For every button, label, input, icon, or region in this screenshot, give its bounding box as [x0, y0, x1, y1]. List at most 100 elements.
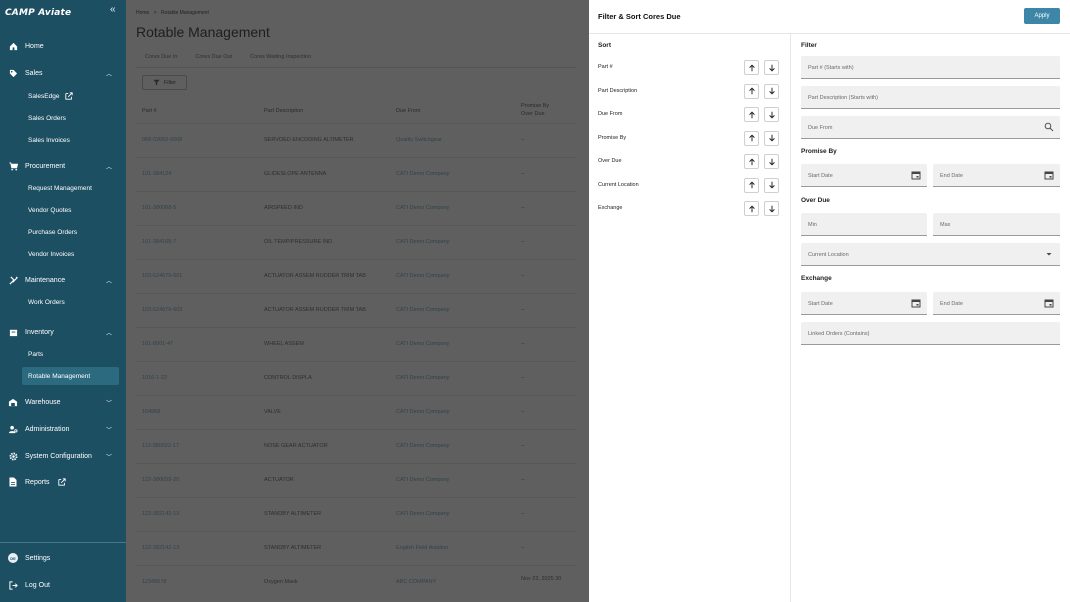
cell-due-from[interactable]: CATI Demo Company [396, 409, 449, 415]
sort-descending-button[interactable] [764, 177, 779, 193]
sort-ascending-button[interactable] [744, 177, 759, 193]
cell-due-from[interactable]: CATI Demo Company [396, 341, 449, 347]
nav-sales-invoices[interactable]: Sales Invoices [28, 133, 70, 147]
table-row[interactable]: 122-380059-20 ACTUATOR CATI Demo Company -- [136, 463, 576, 497]
cell-due-from[interactable]: CATI Demo Company [396, 171, 449, 177]
nav-vendor-quotes[interactable]: Vendor Quotes [28, 203, 71, 217]
cell-due-from[interactable]: CATI Demo Company [396, 477, 449, 483]
column-header-part[interactable]: Part # [142, 107, 157, 115]
cell-part-number[interactable]: 12345678 [142, 579, 166, 585]
cell-due-from[interactable]: Quality Switchgear [396, 137, 442, 143]
linked-orders-field[interactable]: Linked Orders (Contains) [801, 322, 1060, 345]
nav-inventory[interactable]: Inventory ︿ [0, 323, 126, 341]
tab-cores-due-out[interactable]: Cores Due Out [186, 50, 241, 68]
due-from-field[interactable]: Due From [801, 116, 1060, 139]
tab-cores-due-in[interactable]: Cores Due In [136, 50, 187, 68]
table-row[interactable]: 101-8001-47 WHEEL ASSEM CATI Demo Company -… [136, 327, 576, 361]
cell-part-number[interactable]: 101-384124 [142, 171, 171, 177]
nav-reports[interactable]: Reports [0, 473, 126, 491]
cell-due-from[interactable]: CATI Demo Company [396, 307, 449, 313]
calendar-icon[interactable] [911, 298, 921, 308]
column-header-promise-by[interactable]: Promise By Over Due [521, 102, 561, 118]
column-header-due-from[interactable]: Due From [396, 107, 420, 115]
nav-settings[interactable]: Settings [0, 549, 126, 567]
tab-cores-waiting-inspection[interactable]: Cores Waiting Inspection [241, 50, 320, 68]
table-row[interactable]: 122-382142-13 STANDBY ALTIMETER CATI Demo … [136, 497, 576, 531]
table-row[interactable]: 068-02062-0008 SERVOED ENCODING ALTIMETER… [136, 123, 576, 157]
collapse-sidebar-icon[interactable]: « [110, 4, 116, 15]
nav-procurement[interactable]: Procurement ︿ [0, 157, 126, 175]
breadcrumb-home[interactable]: Home [136, 10, 149, 16]
apply-button[interactable]: Apply [1024, 8, 1060, 24]
nav-parts[interactable]: Parts [28, 347, 43, 361]
sort-descending-button[interactable] [764, 60, 779, 75]
promise-end-date-field[interactable]: End Date [933, 164, 1060, 187]
nav-salesedge[interactable]: SalesEdge [28, 89, 74, 103]
table-row[interactable]: 122-382142-13 STANDBY ALTIMETER English Fi… [136, 531, 576, 565]
cell-part-number[interactable]: 101-380068-5 [142, 205, 176, 211]
nav-maintenance[interactable]: Maintenance ︿ [0, 271, 126, 289]
table-row[interactable]: 101-380068-5 AIRSPEED IND CATI Demo Compan… [136, 191, 576, 225]
column-header-description[interactable]: Part Description [264, 107, 303, 115]
cell-part-number[interactable]: 1016-1-22 [142, 375, 167, 381]
over-due-max-field[interactable]: Max [933, 213, 1060, 236]
sort-ascending-button[interactable] [744, 60, 759, 75]
search-icon[interactable] [1044, 122, 1054, 132]
sort-ascending-button[interactable] [744, 130, 759, 146]
table-row[interactable]: 104968 VALVE CATI Demo Company -- [136, 395, 576, 429]
promise-start-date-field[interactable]: Start Date [801, 164, 927, 187]
sort-descending-button[interactable] [764, 107, 779, 122]
table-row[interactable]: 103-524079-601 ACTUATOR ASSEM RUDDER TRIM… [136, 259, 576, 293]
nav-sales[interactable]: Sales ︿ [0, 64, 126, 82]
cell-part-number[interactable]: 122-382142-13 [142, 545, 179, 551]
exchange-start-date-field[interactable]: Start Date [801, 292, 927, 315]
nav-administration[interactable]: Administration ﹀ [0, 420, 126, 438]
cell-part-number[interactable]: 101-8001-47 [142, 341, 173, 347]
cell-due-from[interactable]: ABC COMPANY [396, 579, 436, 585]
nav-work-orders[interactable]: Work Orders [28, 295, 65, 309]
cell-part-number[interactable]: 103-524079-601 [142, 273, 182, 279]
table-row[interactable]: 101-384165-7 OIL TEMP/PRESSURE IND CATI De… [136, 225, 576, 259]
cell-part-number[interactable]: 103-524079-603 [142, 307, 182, 313]
sort-descending-button[interactable] [764, 83, 779, 99]
cell-due-from[interactable]: English Field Aviation [396, 545, 448, 551]
nav-rotable-management[interactable]: Rotable Management [28, 369, 90, 383]
table-row[interactable]: 1016-1-22 CONTROL DISPLA CATI Demo Company… [136, 361, 576, 395]
nav-purchase-orders[interactable]: Purchase Orders [28, 225, 77, 239]
sort-ascending-button[interactable] [744, 83, 759, 99]
cell-due-from[interactable]: CATI Demo Company [396, 205, 449, 211]
calendar-icon[interactable] [1044, 170, 1054, 180]
cell-part-number[interactable]: 112-380022-17 [142, 443, 179, 449]
cell-part-number[interactable]: 122-380059-20 [142, 477, 179, 483]
part-description-field[interactable]: Part Description (Starts with) [801, 86, 1060, 109]
table-row[interactable]: 103-524079-603 ACTUATOR ASSEM RUDDER TRIM… [136, 293, 576, 327]
sort-descending-button[interactable] [764, 201, 779, 216]
cell-due-from[interactable]: CATI Demo Company [396, 511, 449, 517]
calendar-icon[interactable] [1044, 298, 1054, 308]
calendar-icon[interactable] [911, 170, 921, 180]
table-row[interactable]: 101-384124 GLIDESLOPE ANTENNA CATI Demo Co… [136, 157, 576, 191]
cell-part-number[interactable]: 122-382142-13 [142, 511, 179, 517]
cell-due-from[interactable]: CATI Demo Company [396, 443, 449, 449]
sort-ascending-button[interactable] [744, 154, 759, 169]
nav-warehouse[interactable]: Warehouse ﹀ [0, 393, 126, 411]
table-row[interactable]: 112-380022-17 NOSE GEAR ACTUATOR CATI Demo… [136, 429, 576, 463]
cell-part-number[interactable]: 104968 [142, 409, 160, 415]
cell-part-number[interactable]: 101-384165-7 [142, 239, 176, 245]
exchange-end-date-field[interactable]: End Date [933, 292, 1060, 315]
sort-descending-button[interactable] [764, 130, 779, 146]
nav-home[interactable]: Home [0, 37, 126, 55]
table-row[interactable]: 12345678 Oxygen Mask ABC COMPANY Nov 23, 20… [136, 565, 576, 599]
filter-button[interactable]: Filter [142, 75, 187, 90]
sort-ascending-button[interactable] [744, 107, 759, 122]
cell-due-from[interactable]: CATI Demo Company [396, 239, 449, 245]
sort-ascending-button[interactable] [744, 201, 759, 216]
current-location-select[interactable]: Current Location [801, 243, 1060, 266]
nav-system-configuration[interactable]: System Configuration ﹀ [0, 447, 126, 465]
cell-due-from[interactable]: CATI Demo Company [396, 375, 449, 381]
sort-descending-button[interactable] [764, 154, 779, 169]
nav-logout[interactable]: Log Out [0, 576, 126, 594]
nav-sales-orders[interactable]: Sales Orders [28, 111, 66, 125]
cell-part-number[interactable]: 068-02062-0008 [142, 137, 182, 143]
cell-due-from[interactable]: CATI Demo Company [396, 273, 449, 279]
